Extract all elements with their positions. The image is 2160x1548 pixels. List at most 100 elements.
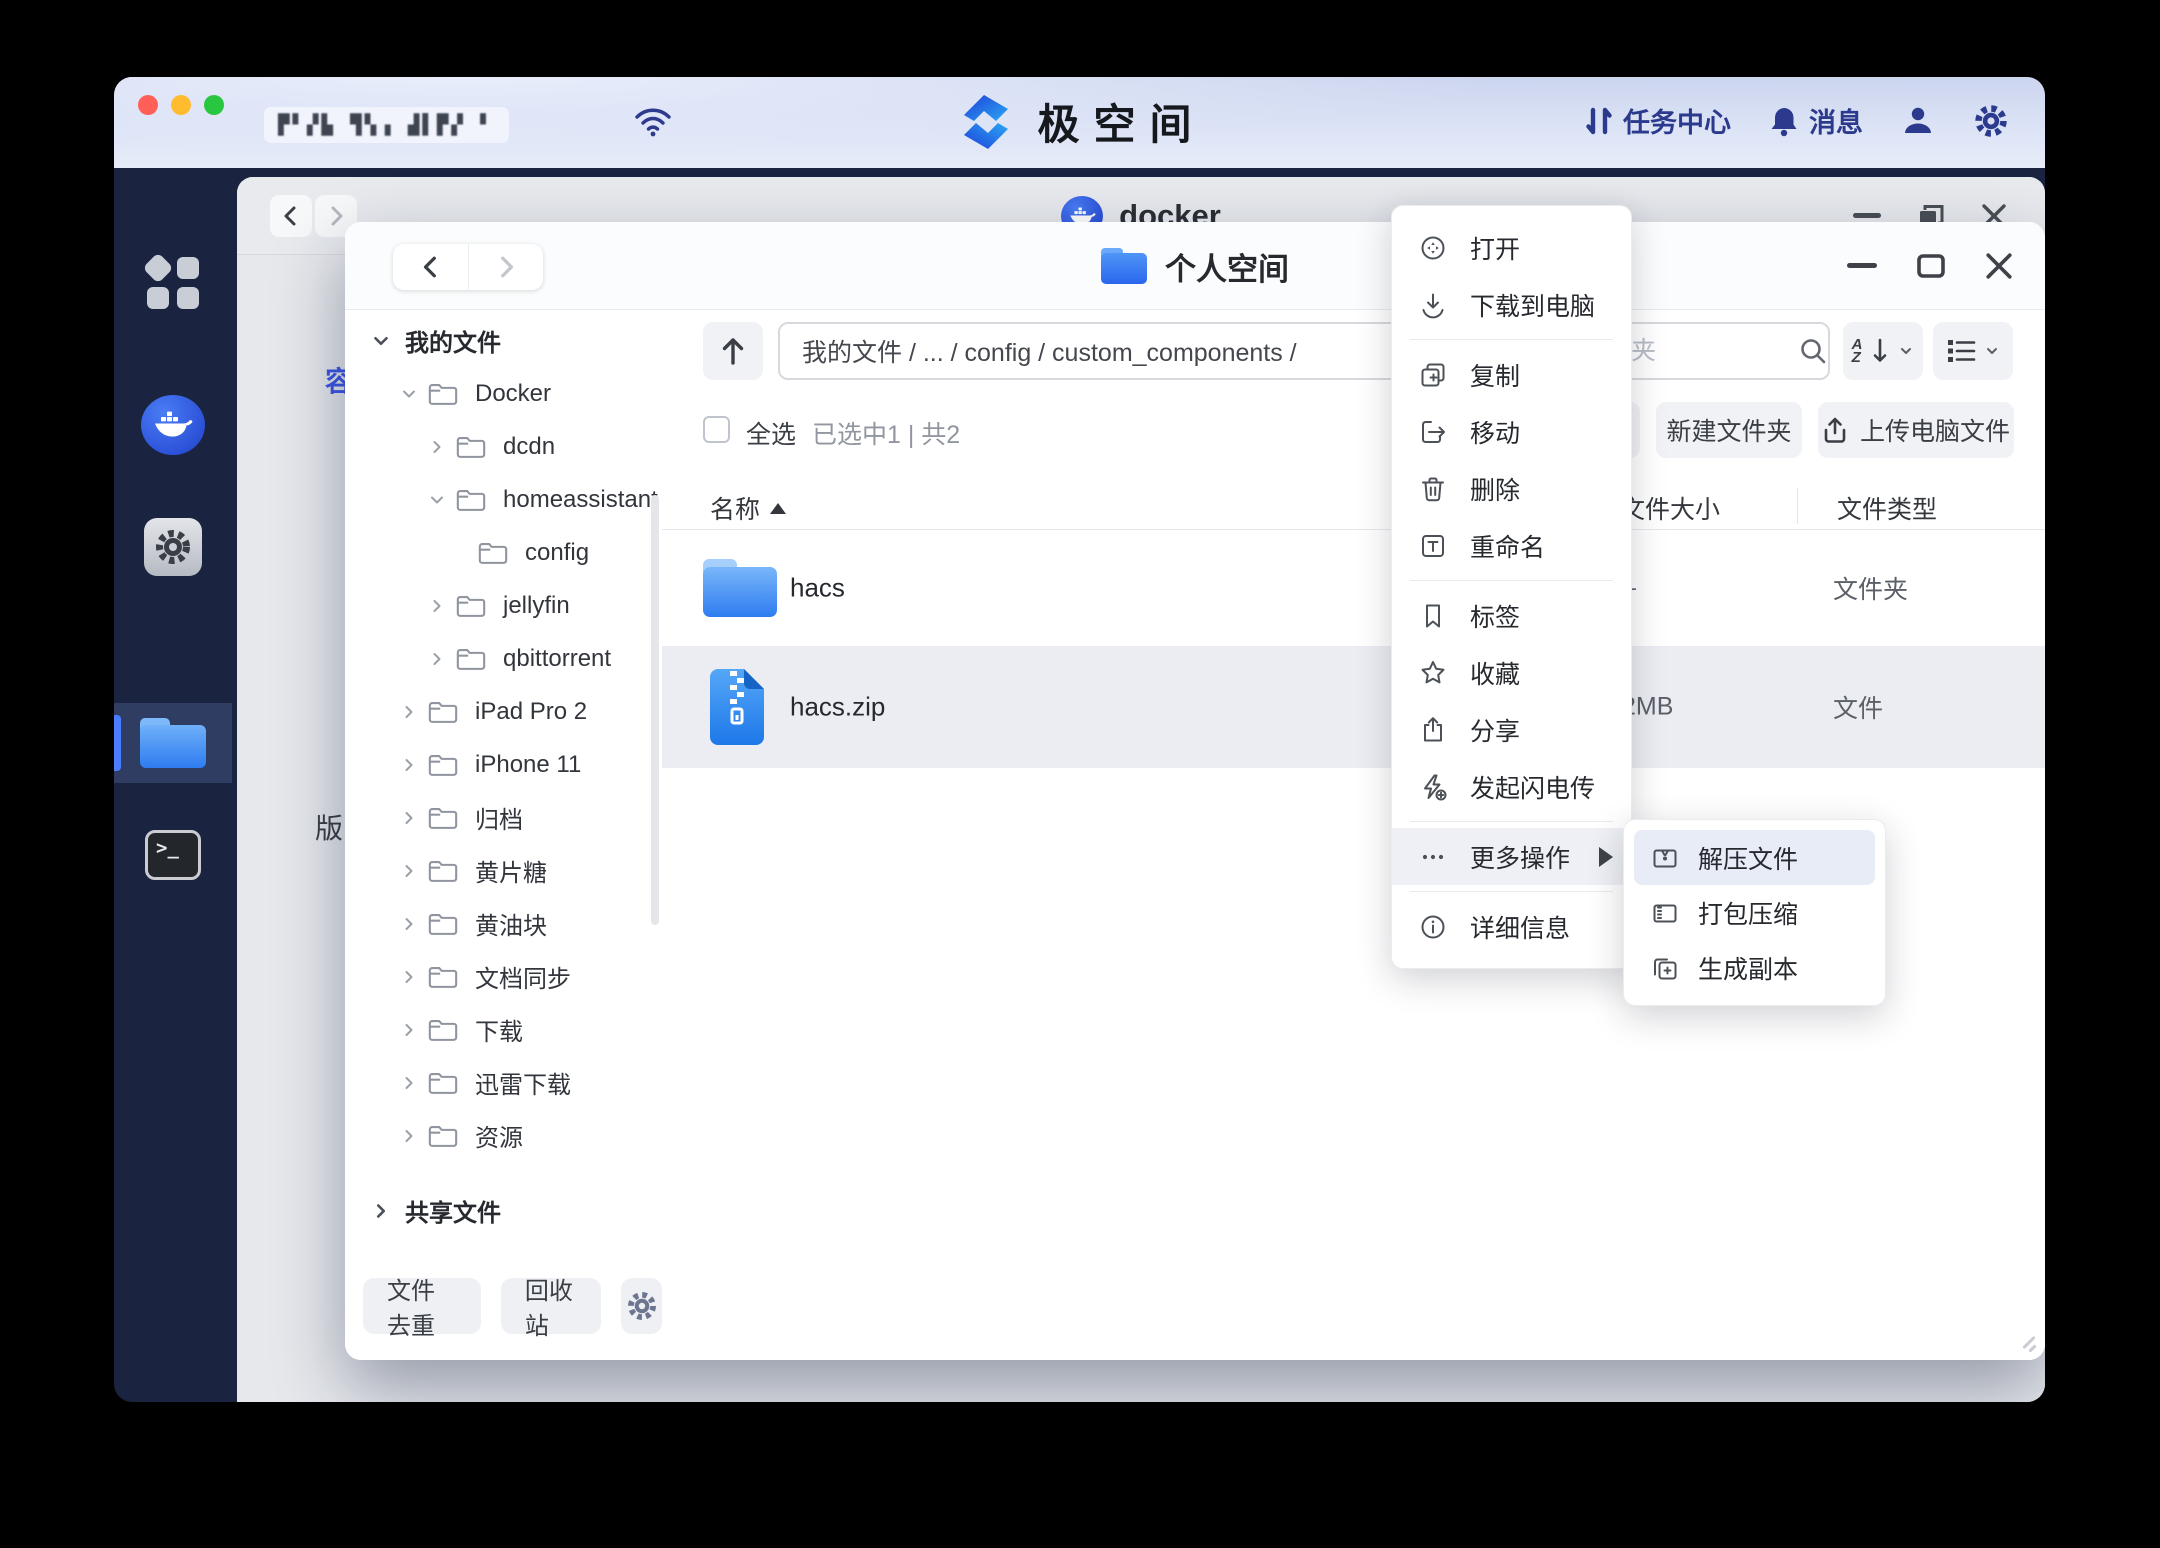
close-traffic-light[interactable] [138, 95, 158, 115]
dock-item-docker[interactable] [114, 395, 232, 455]
account-button[interactable] [1901, 104, 1935, 138]
tree-settings-button[interactable] [621, 1278, 662, 1334]
tree-item-resources[interactable]: 资源 [345, 1109, 662, 1162]
tree-item-homeassistant[interactable]: homeassistant [345, 473, 662, 526]
chevron-right-icon[interactable] [425, 437, 449, 457]
chevron-right-icon[interactable] [397, 967, 421, 987]
menu-item-more-actions[interactable]: 更多操作 [1392, 828, 1631, 885]
chevron-right-icon[interactable] [397, 702, 421, 722]
chevron-right-icon[interactable] [425, 649, 449, 669]
menu-item-open[interactable]: 打开 [1392, 219, 1631, 276]
submenu-item-compress[interactable]: 打包压缩 [1634, 885, 1875, 940]
menu-item-copy[interactable]: 复制 [1392, 346, 1631, 403]
dock-item-terminal[interactable]: >_ [114, 830, 232, 880]
submenu-item-duplicate[interactable]: 生成副本 [1634, 940, 1875, 995]
chevron-right-icon[interactable] [397, 914, 421, 934]
info-icon [1418, 912, 1448, 942]
chevron-down-icon[interactable] [425, 490, 449, 510]
window-resize-handle[interactable] [2015, 1330, 2037, 1353]
file-row-hacs[interactable]: hacs 03 ... – 文件夹 [662, 530, 2045, 646]
folder-icon [427, 804, 463, 831]
tree-item-huangpiantang[interactable]: 黄片糖 [345, 844, 662, 897]
minimize-icon[interactable] [1853, 213, 1881, 219]
view-mode-button[interactable] [1933, 322, 2013, 380]
tree-item-iphone-11[interactable]: iPhone 11 [345, 738, 662, 791]
tree-item-config[interactable]: config [345, 526, 662, 579]
share-icon [1418, 715, 1448, 745]
dock-item-apps[interactable] [114, 252, 232, 310]
chevron-right-icon[interactable] [397, 1126, 421, 1146]
file-row-hacs-zip[interactable]: hacs.zip 03 ... 2MB 文件 [662, 646, 2045, 768]
folder-icon [427, 1122, 463, 1149]
chevron-right-icon[interactable] [397, 808, 421, 828]
select-all-label[interactable]: 全选 [746, 415, 796, 451]
breadcrumb[interactable]: 我的文件 / ... / config / custom_components … [778, 322, 1494, 380]
menu-item-details[interactable]: 详细信息 [1392, 898, 1631, 955]
column-header-size[interactable]: 文件大小 [1620, 490, 1720, 526]
menu-item-download[interactable]: 下载到电脑 [1392, 276, 1631, 333]
menu-item-flash-transfer[interactable]: 发起闪电传 [1392, 758, 1631, 815]
tree-footer: 文件去重 回收站 [363, 1278, 662, 1340]
chevron-right-icon[interactable] [397, 755, 421, 775]
submenu-item-extract[interactable]: 解压文件 [1634, 830, 1875, 885]
chevron-right-icon[interactable] [397, 861, 421, 881]
menu-item-favorite[interactable]: 收藏 [1392, 644, 1631, 701]
column-header-type[interactable]: 文件类型 [1837, 490, 1937, 526]
search-icon[interactable] [1798, 336, 1828, 366]
tree-item-jellyfin[interactable]: jellyfin [345, 579, 662, 632]
select-all-checkbox[interactable] [703, 416, 730, 443]
tree-item-downloads[interactable]: 下载 [345, 1003, 662, 1056]
lightning-plus-icon [1418, 772, 1448, 802]
menu-item-delete[interactable]: 删除 [1392, 460, 1631, 517]
upload-button[interactable]: 上传电脑文件 [1818, 402, 2014, 458]
close-icon[interactable] [1985, 252, 2013, 280]
tree-item-docker[interactable]: Docker [345, 367, 662, 420]
folder-icon [427, 1016, 463, 1043]
tree-item-doc-sync[interactable]: 文档同步 [345, 950, 662, 1003]
chevron-right-icon[interactable] [397, 1073, 421, 1093]
tree-scrollbar[interactable] [651, 495, 659, 925]
menu-item-move[interactable]: 移动 [1392, 403, 1631, 460]
maximize-icon[interactable] [1917, 254, 1945, 278]
zip-folder-icon [1650, 898, 1680, 928]
chevron-down-icon[interactable] [369, 330, 393, 352]
chevron-right-icon[interactable] [425, 596, 449, 616]
dock-item-files[interactable] [114, 718, 232, 768]
tree-item-thunder-downloads[interactable]: 迅雷下载 [345, 1056, 662, 1109]
app-window: ▛▘▞▙ ▜▚▗ ▟▌▛▞ ▘ 极空间 任务中心 消息 >_ docker 容 … [114, 77, 2045, 1402]
trash-icon [1418, 474, 1448, 504]
menu-item-rename[interactable]: 重命名 [1392, 517, 1631, 574]
tree-item-huangyoukuai[interactable]: 黄油块 [345, 897, 662, 950]
tree-item-shared-files[interactable]: 共享文件 [345, 1184, 662, 1237]
wifi-icon[interactable] [634, 107, 672, 137]
topbar-actions: 任务中心 消息 [1585, 101, 2009, 140]
minimize-icon[interactable] [1847, 263, 1877, 269]
tree-item-archive[interactable]: 归档 [345, 791, 662, 844]
dock-item-system-settings[interactable] [114, 518, 232, 576]
dedupe-button[interactable]: 文件去重 [363, 1278, 481, 1340]
sort-button[interactable]: AZ [1843, 322, 1923, 380]
settings-button[interactable] [1973, 103, 2009, 139]
column-header-name[interactable]: 名称 [710, 490, 787, 526]
task-center-button[interactable]: 任务中心 [1585, 101, 1731, 140]
device-name-box[interactable]: ▛▘▞▙ ▜▚▗ ▟▌▛▞ ▘ [264, 107, 509, 143]
up-directory-button[interactable] [703, 322, 763, 380]
chevron-right-icon[interactable] [397, 1020, 421, 1040]
messages-button[interactable]: 消息 [1769, 101, 1863, 140]
new-folder-button[interactable]: 新建文件夹 [1656, 402, 1802, 458]
tree-item-ipad-pro-2[interactable]: iPad Pro 2 [345, 685, 662, 738]
list-view-icon [1948, 340, 1976, 362]
tree-item-my-files[interactable]: 我的文件 [345, 314, 662, 367]
chevron-down-icon[interactable] [397, 384, 421, 404]
recycle-bin-button[interactable]: 回收站 [500, 1278, 602, 1340]
tree-item-dcdn[interactable]: dcdn [345, 420, 662, 473]
minimize-traffic-light[interactable] [171, 95, 191, 115]
star-icon [1418, 658, 1448, 688]
menu-item-tag[interactable]: 标签 [1392, 587, 1631, 644]
menu-item-share[interactable]: 分享 [1392, 701, 1631, 758]
move-icon [1418, 417, 1448, 447]
chevron-right-icon[interactable] [369, 1200, 393, 1222]
zoom-traffic-light[interactable] [204, 95, 224, 115]
tree-item-qbittorrent[interactable]: qbittorrent [345, 632, 662, 685]
download-icon [1418, 290, 1448, 320]
